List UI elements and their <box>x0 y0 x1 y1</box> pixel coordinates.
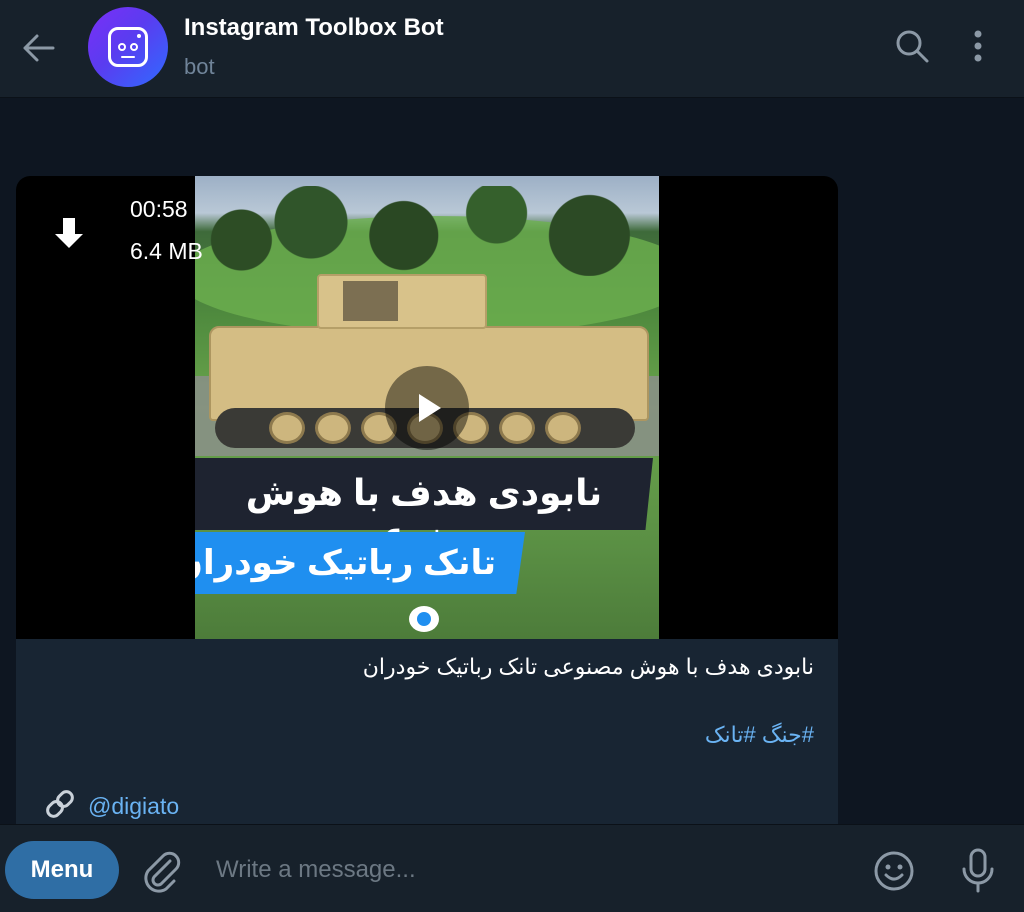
message-bubble: نابودی هدف با هوش مصنوعی تانک رباتیک خود… <box>16 176 838 824</box>
paperclip-icon[interactable] <box>140 849 184 893</box>
emoji-icon[interactable] <box>872 849 916 893</box>
play-icon[interactable] <box>385 366 469 450</box>
bot-avatar[interactable] <box>88 7 168 87</box>
chat-header: Instagram Toolbox Bot bot <box>0 0 1024 98</box>
link-icon <box>42 786 78 824</box>
source-link-row: @digiato <box>42 786 179 824</box>
video-duration: 00:58 <box>130 196 188 222</box>
thumbnail-subheadline: تانک رباتیک خودران <box>195 544 497 582</box>
hashtag-link[interactable]: #جنگ <box>762 722 814 747</box>
chat-status: bot <box>184 54 215 79</box>
telegram-chat-window: Instagram Toolbox Bot bot نابودی هدف با … <box>0 0 1024 912</box>
more-vertical-icon[interactable] <box>962 26 994 66</box>
download-arrow-icon[interactable] <box>52 214 86 254</box>
search-icon[interactable] <box>892 26 932 66</box>
robot-instagram-icon <box>108 27 148 67</box>
hashtag-list: #جنگ #تانک <box>705 722 814 748</box>
source-mention-link[interactable]: @digiato <box>88 793 179 820</box>
chat-title[interactable]: Instagram Toolbox Bot <box>184 14 444 42</box>
menu-button[interactable]: Menu <box>5 841 119 899</box>
video-attachment[interactable]: نابودی هدف با هوش مصنوعی تانک رباتیک خود… <box>16 176 838 639</box>
back-arrow-icon[interactable] <box>18 28 58 68</box>
message-input[interactable] <box>216 849 836 891</box>
video-file-size: 6.4 MB <box>130 238 203 264</box>
digiato-logo <box>409 606 439 632</box>
compose-bar: Menu <box>0 824 1024 912</box>
hashtag-link[interactable]: #تانک <box>705 722 756 747</box>
microphone-icon[interactable] <box>958 847 998 895</box>
message-caption: نابودی هدف با هوش مصنوعی تانک رباتیک خود… <box>362 654 814 679</box>
